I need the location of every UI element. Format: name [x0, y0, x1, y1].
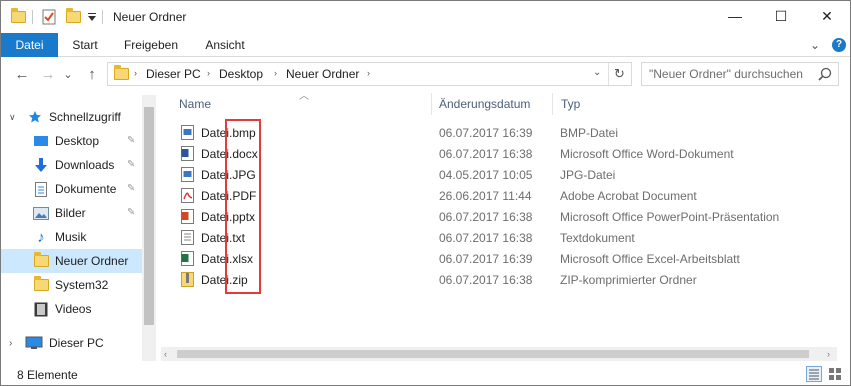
sidebar-item-dokumente[interactable]: Dokumente ✎: [1, 177, 142, 201]
chevron-down-icon[interactable]: ∨: [9, 112, 21, 123]
star-icon: [27, 109, 43, 125]
download-icon: [33, 157, 49, 173]
tab-datei[interactable]: Datei: [1, 33, 58, 57]
sidebar-item-desktop[interactable]: Desktop ✎: [1, 129, 142, 153]
chevron-right-icon[interactable]: ›: [207, 68, 210, 78]
window-folder-icon: [11, 8, 26, 25]
zip-file-icon: [181, 272, 194, 287]
address-dropdown-icon[interactable]: ⌄: [593, 67, 601, 78]
text-file-icon: [181, 230, 194, 245]
search-icon[interactable]: [818, 67, 832, 84]
file-list-scrollbar-thumb[interactable]: [177, 350, 809, 358]
folder-icon: [33, 252, 49, 269]
chevron-right-icon[interactable]: ›: [367, 68, 370, 78]
up-button[interactable]: ↑: [81, 63, 103, 85]
sidebar-item-neuer-ordner[interactable]: Neuer Ordner: [1, 249, 142, 273]
item-count: 8 Elemente: [17, 368, 78, 382]
breadcrumb-neuer-ordner[interactable]: Neuer Ordner: [286, 67, 359, 81]
chevron-right-icon[interactable]: ›: [134, 68, 137, 78]
file-row[interactable]: Datei.txt 06.07.2017 16:38 Textdokument: [161, 227, 841, 248]
bmp-file-icon: [181, 125, 194, 140]
word-file-icon: [181, 146, 194, 161]
chevron-right-icon[interactable]: ›: [274, 68, 277, 78]
file-row[interactable]: Datei.PDF 26.06.2017 11:44 Adobe Acrobat…: [161, 185, 841, 206]
sidebar-item-downloads[interactable]: Downloads ✎: [1, 153, 142, 177]
powerpoint-file-icon: [181, 209, 194, 224]
sidebar-scrollbar[interactable]: [142, 95, 156, 361]
file-row[interactable]: Datei.bmp 06.07.2017 16:39 BMP-Datei: [161, 122, 841, 143]
pin-icon[interactable]: ✎: [127, 183, 135, 194]
ribbon-tabs: Datei Start Freigeben Ansicht ⌄ ?: [1, 33, 850, 57]
computer-icon: [25, 335, 43, 351]
pin-icon[interactable]: ✎: [127, 159, 135, 170]
file-row[interactable]: Datei.zip 06.07.2017 16:38 ZIP-komprimie…: [161, 269, 841, 290]
column-header-name[interactable]: Name: [179, 97, 211, 111]
search-box[interactable]: "Neuer Ordner" durchsuchen: [641, 62, 839, 86]
sidebar-item-musik[interactable]: ♪ Musik: [1, 225, 142, 249]
sidebar-scrollbar-thumb[interactable]: [144, 107, 154, 325]
file-row[interactable]: Datei.docx 06.07.2017 16:38 Microsoft Of…: [161, 143, 841, 164]
recent-locations-button[interactable]: ⌄: [61, 63, 75, 85]
search-input[interactable]: "Neuer Ordner" durchsuchen: [649, 67, 803, 81]
breadcrumb-desktop[interactable]: Desktop: [219, 67, 263, 81]
sidebar-item-dieser-pc[interactable]: › Dieser PC: [1, 331, 142, 355]
expand-ribbon-icon[interactable]: ⌄: [806, 33, 824, 57]
sidebar-item-schnellzugriff[interactable]: ∨ Schnellzugriff: [1, 105, 142, 129]
document-icon: [33, 181, 49, 197]
scroll-right-icon[interactable]: ›: [827, 349, 830, 359]
scroll-left-icon[interactable]: ‹: [164, 349, 167, 359]
refresh-button[interactable]: ↻: [614, 66, 625, 82]
tab-freigeben[interactable]: Freigeben: [112, 33, 190, 57]
file-row[interactable]: Datei.pptx 06.07.2017 16:38 Microsoft Of…: [161, 206, 841, 227]
sidebar-item-system32[interactable]: System32: [1, 273, 142, 297]
jpg-file-icon: [181, 167, 194, 182]
window-title: Neuer Ordner: [113, 10, 187, 24]
tab-start[interactable]: Start: [58, 33, 112, 57]
file-list-scrollbar[interactable]: ‹ ›: [161, 347, 837, 361]
properties-icon[interactable]: [41, 9, 57, 25]
extension-highlight-box: [225, 119, 261, 294]
title-bar: Neuer Ordner — ☐ ✕: [1, 1, 850, 33]
back-button[interactable]: ←: [11, 63, 33, 85]
column-header-type[interactable]: Typ: [561, 97, 580, 111]
minimize-button[interactable]: —: [712, 1, 758, 31]
pictures-icon: [33, 205, 49, 221]
tab-ansicht[interactable]: Ansicht: [190, 33, 260, 57]
pdf-file-icon: [181, 188, 194, 203]
forward-button[interactable]: →: [37, 63, 59, 85]
column-header-date[interactable]: Änderungsdatum: [439, 97, 530, 111]
file-row[interactable]: Datei.JPG 04.05.2017 10:05 JPG-Datei: [161, 164, 841, 185]
sidebar-item-bilder[interactable]: Bilder ✎: [1, 201, 142, 225]
pin-icon[interactable]: ✎: [127, 207, 135, 218]
address-bar[interactable]: › Dieser PC › Desktop › Neuer Ordner › ⌄…: [107, 62, 632, 86]
details-view-button[interactable]: [806, 366, 822, 382]
sidebar-item-videos[interactable]: Videos: [1, 297, 142, 321]
file-row[interactable]: Datei.xlsx 06.07.2017 16:39 Microsoft Of…: [161, 248, 841, 269]
excel-file-icon: [181, 251, 194, 266]
pin-icon[interactable]: ✎: [127, 135, 135, 146]
navigation-pane: ∨ Schnellzugriff Desktop ✎ Downloads ✎ D…: [1, 95, 156, 361]
breadcrumb-dieser-pc[interactable]: Dieser PC: [146, 67, 201, 81]
customize-quick-access-icon[interactable]: [87, 9, 97, 25]
large-icons-view-button[interactable]: [827, 366, 843, 382]
chevron-right-icon[interactable]: ›: [9, 338, 21, 349]
close-button[interactable]: ✕: [804, 1, 850, 31]
explorer-window: Neuer Ordner — ☐ ✕ Datei Start Freigeben…: [0, 0, 851, 386]
sort-ascending-icon: ︿: [299, 91, 309, 102]
maximize-button[interactable]: ☐: [758, 1, 804, 31]
video-icon: [33, 301, 49, 317]
status-bar: 8 Elemente: [1, 363, 850, 385]
address-folder-icon: [114, 65, 129, 80]
folder-icon: [33, 276, 49, 293]
new-folder-icon[interactable]: [66, 8, 81, 25]
desktop-icon: [33, 133, 49, 149]
help-icon[interactable]: ?: [832, 38, 846, 52]
music-icon: ♪: [37, 228, 45, 246]
